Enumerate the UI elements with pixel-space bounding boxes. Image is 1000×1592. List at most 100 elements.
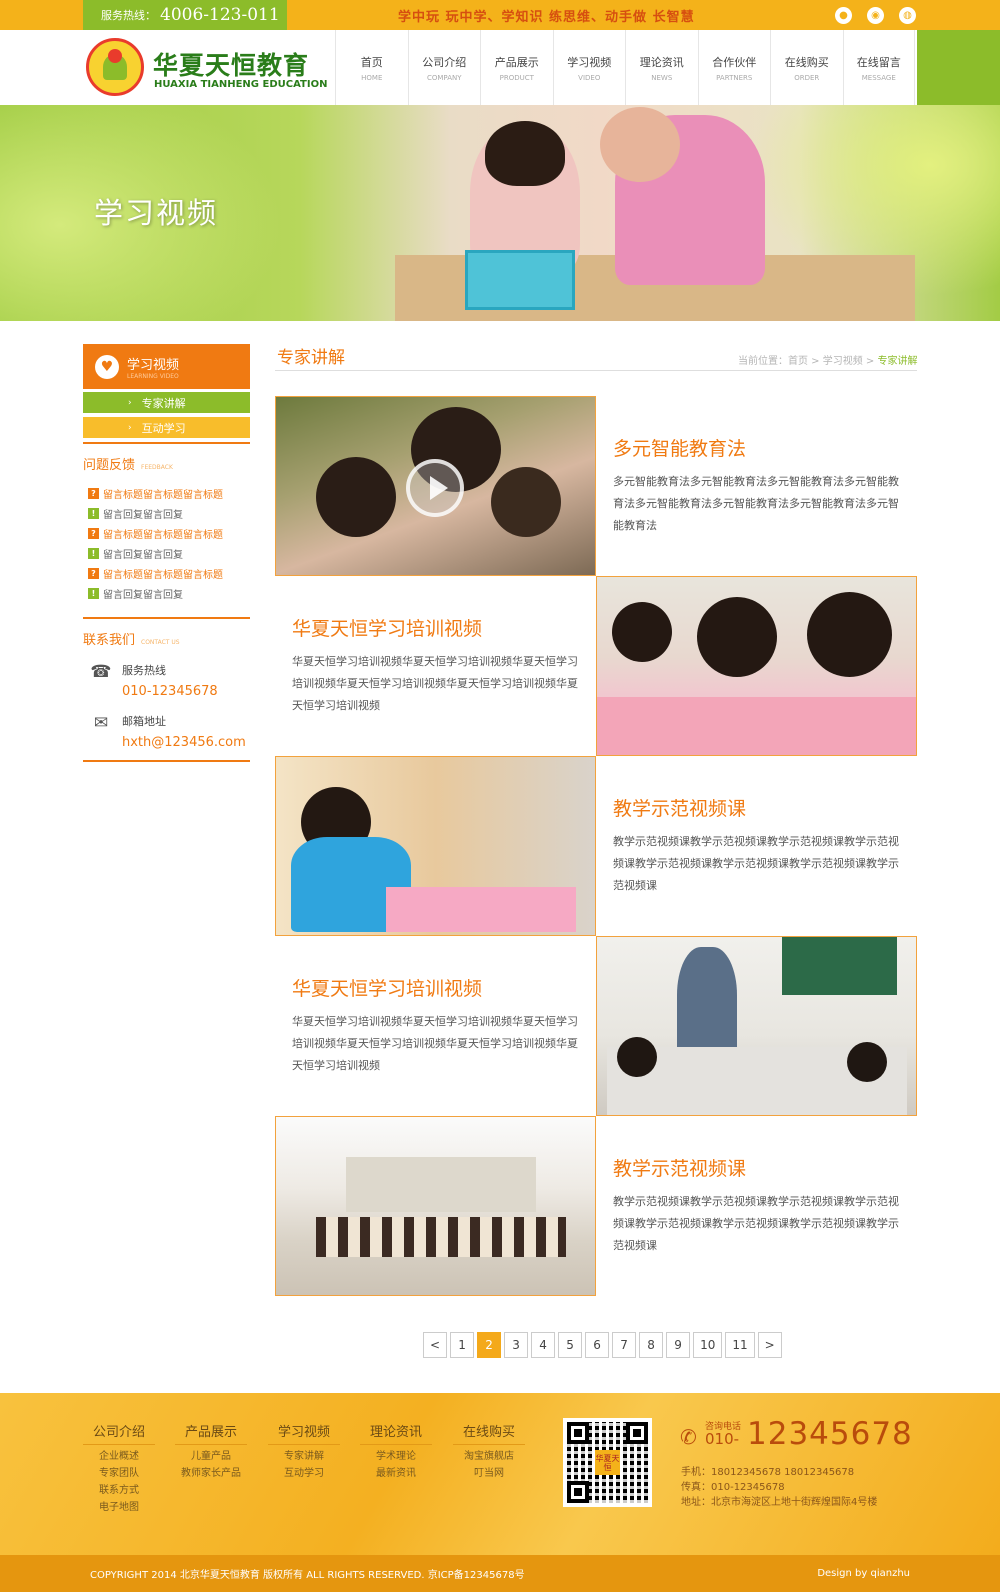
feedback-question[interactable]: ? 留言标题留言标题留言标题 bbox=[83, 523, 250, 543]
pager-next[interactable]: > bbox=[757, 1332, 782, 1358]
contact-phone: ☎ 服务热线 010-12345678 bbox=[83, 662, 250, 699]
pager-page[interactable]: 11 bbox=[725, 1332, 755, 1358]
pager-page[interactable]: 6 bbox=[585, 1332, 610, 1358]
chevron-right-icon: › bbox=[128, 397, 132, 408]
video-desc: 华夏天恒学习培训视频华夏天恒学习培训视频华夏天恒学习培训视频华夏天恒学习培训视频… bbox=[292, 655, 578, 712]
video-title[interactable]: 多元智能教育法 bbox=[613, 434, 899, 461]
video-thumbnail[interactable] bbox=[275, 756, 596, 936]
sidebar-item-interactive[interactable]: › 互动学习 bbox=[83, 417, 250, 438]
video-title[interactable]: 华夏天恒学习培训视频 bbox=[292, 614, 578, 641]
nav-item-message[interactable]: 在线留言 MESSAGE bbox=[842, 30, 915, 105]
pager-page-current[interactable]: 2 bbox=[477, 1332, 502, 1358]
footer-link[interactable]: 电子地图 bbox=[83, 1502, 155, 1513]
play-icon[interactable] bbox=[406, 459, 464, 517]
qq-icon[interactable]: ● bbox=[835, 7, 852, 24]
video-thumbnail[interactable] bbox=[596, 576, 917, 756]
footer-link[interactable]: 最新资讯 bbox=[360, 1468, 432, 1479]
pager-page[interactable]: 1 bbox=[450, 1332, 475, 1358]
video-title[interactable]: 华夏天恒学习培训视频 bbox=[292, 974, 578, 1001]
footer-link[interactable]: 专家讲解 bbox=[268, 1451, 340, 1462]
footer-link[interactable]: 淘宝旗舰店 bbox=[453, 1451, 525, 1462]
weibo-icon[interactable]: ◉ bbox=[867, 7, 884, 24]
nav-label-en: MESSAGE bbox=[861, 73, 896, 82]
banner-toy-box bbox=[465, 250, 575, 310]
nav-label-en: COMPANY bbox=[426, 73, 462, 82]
sidebar-item-label: 专家讲解 bbox=[141, 396, 186, 410]
qr-code: 华夏天恒 bbox=[563, 1418, 652, 1507]
nav-label-en: ORDER bbox=[794, 73, 820, 82]
feedback-question[interactable]: ? 留言标题留言标题留言标题 bbox=[83, 563, 250, 583]
feedback-answer[interactable]: ! 留言回复留言回复 bbox=[83, 503, 250, 523]
copyright-text: COPYRIGHT 2014 北京华夏天恒教育 版权所有 ALL RIGHTS … bbox=[90, 1570, 525, 1581]
pager-page[interactable]: 10 bbox=[693, 1332, 723, 1358]
qr-logo: 华夏天恒 bbox=[595, 1450, 620, 1475]
footer-col-head[interactable]: 产品展示 bbox=[175, 1421, 247, 1445]
footer-link[interactable]: 联系方式 bbox=[83, 1485, 155, 1496]
footer-link[interactable]: 专家团队 bbox=[83, 1468, 155, 1479]
brand-name[interactable]: 华夏天恒教育 bbox=[153, 46, 309, 82]
footer-link[interactable]: 企业概述 bbox=[83, 1451, 155, 1462]
footer-col-head[interactable]: 在线购买 bbox=[453, 1421, 525, 1445]
video-thumbnail[interactable] bbox=[596, 936, 917, 1116]
feedback-list: ? 留言标题留言标题留言标题 ! 留言回复留言回复 ? 留言标题留言标题留言标题 ! 留… bbox=[83, 483, 250, 603]
footer-phone-prefix: 010- bbox=[705, 1430, 740, 1448]
contact-email: ✉ 邮箱地址 hxth@123456.com bbox=[83, 713, 250, 750]
contact-email-value[interactable]: hxth@123456.com bbox=[122, 735, 246, 750]
copyright-bar: COPYRIGHT 2014 北京华夏天恒教育 版权所有 ALL RIGHTS … bbox=[0, 1555, 1000, 1592]
pager-page[interactable]: 8 bbox=[639, 1332, 664, 1358]
feedback-answer[interactable]: ! 留言回复留言回复 bbox=[83, 583, 250, 603]
footer-col-head[interactable]: 公司介绍 bbox=[83, 1421, 155, 1445]
footer-link[interactable]: 教师家长产品 bbox=[175, 1468, 247, 1479]
footer-col-head[interactable]: 理论资讯 bbox=[360, 1421, 432, 1445]
page-title: 专家讲解 bbox=[277, 348, 345, 368]
pager-page[interactable]: 7 bbox=[612, 1332, 637, 1358]
contact-title: 联系我们 bbox=[83, 633, 136, 648]
pager-page[interactable]: 5 bbox=[558, 1332, 583, 1358]
nav-label: 合作伙伴 bbox=[712, 55, 757, 69]
nav-item-video[interactable]: 学习视频 VIDEO bbox=[552, 30, 626, 105]
footer-link[interactable]: 儿童产品 bbox=[175, 1451, 247, 1462]
footer-link[interactable]: 互动学习 bbox=[268, 1468, 340, 1479]
pager-page[interactable]: 3 bbox=[504, 1332, 529, 1358]
footer-link[interactable]: 学术理论 bbox=[360, 1451, 432, 1462]
footer-col-head[interactable]: 学习视频 bbox=[268, 1421, 340, 1445]
breadcrumb-path[interactable]: 当前位置：首页 > 学习视频 > bbox=[738, 356, 877, 367]
logo-icon[interactable] bbox=[86, 38, 144, 96]
nav-item-company[interactable]: 公司介绍 COMPANY bbox=[407, 30, 481, 105]
pager-page[interactable]: 9 bbox=[666, 1332, 691, 1358]
nav-label-en: PRODUCT bbox=[499, 73, 534, 82]
video-thumbnail[interactable] bbox=[275, 1116, 596, 1296]
footer-fax: 传真：010-12345678 bbox=[681, 1482, 785, 1493]
sidebar-title: 学习视频 bbox=[127, 357, 180, 373]
pagination: < 1 2 3 4 5 6 7 8 9 10 11 > bbox=[423, 1332, 785, 1358]
pager-page[interactable]: 4 bbox=[531, 1332, 556, 1358]
breadcrumb: 当前位置：首页 > 学习视频 > 专家讲解 bbox=[738, 352, 917, 367]
feedback-section: 问题反馈 FEEDBACK ? 留言标题留言标题留言标题 ! 留言回复留言回复 ? 留言… bbox=[83, 442, 250, 603]
video-text: 多元智能教育法 多元智能教育法多元智能教育法多元智能教育法多元智能教育法多元智能… bbox=[596, 396, 917, 576]
feedback-question[interactable]: ? 留言标题留言标题留言标题 bbox=[83, 483, 250, 503]
nav-item-news[interactable]: 理论资讯 NEWS bbox=[625, 30, 698, 105]
nav-item-order[interactable]: 在线购买 ORDER bbox=[770, 30, 843, 105]
footer-link[interactable]: 叮当网 bbox=[453, 1468, 525, 1479]
phone-icon: ✆ bbox=[680, 1425, 697, 1449]
pager-prev[interactable]: < bbox=[423, 1332, 448, 1358]
video-text: 华夏天恒学习培训视频 华夏天恒学习培训视频华夏天恒学习培训视频华夏天恒学习培训视… bbox=[275, 936, 596, 1116]
wechat-icon[interactable]: ◍ bbox=[899, 7, 916, 24]
video-thumbnail[interactable] bbox=[275, 396, 596, 576]
header-accent bbox=[917, 30, 1000, 105]
nav-item-product[interactable]: 产品展示 PRODUCT bbox=[480, 30, 553, 105]
video-desc: 教学示范视频课教学示范视频课教学示范视频课教学示范视频课教学示范视频课教学示范视… bbox=[613, 1195, 899, 1252]
nav-item-partners[interactable]: 合作伙伴 PARTNERS bbox=[697, 30, 771, 105]
design-credit[interactable]: Design by qianzhu bbox=[817, 1568, 910, 1579]
sidebar-item-label: 互动学习 bbox=[141, 421, 186, 435]
nav-label: 学习视频 bbox=[567, 55, 612, 69]
video-title[interactable]: 教学示范视频课 bbox=[613, 794, 899, 821]
video-title[interactable]: 教学示范视频课 bbox=[613, 1154, 899, 1181]
footer-col-order: 在线购买 淘宝旗舰店 叮当网 bbox=[453, 1421, 525, 1479]
answer-icon: ! bbox=[88, 547, 99, 559]
sidebar-item-expert[interactable]: › 专家讲解 bbox=[83, 392, 250, 413]
answer-icon: ! bbox=[88, 587, 99, 599]
nav-item-home[interactable]: 首页 HOME bbox=[335, 30, 408, 105]
footer-info: 手机：18012345678 18012345678 传真：010-123456… bbox=[681, 1465, 877, 1510]
feedback-answer[interactable]: ! 留言回复留言回复 bbox=[83, 543, 250, 563]
